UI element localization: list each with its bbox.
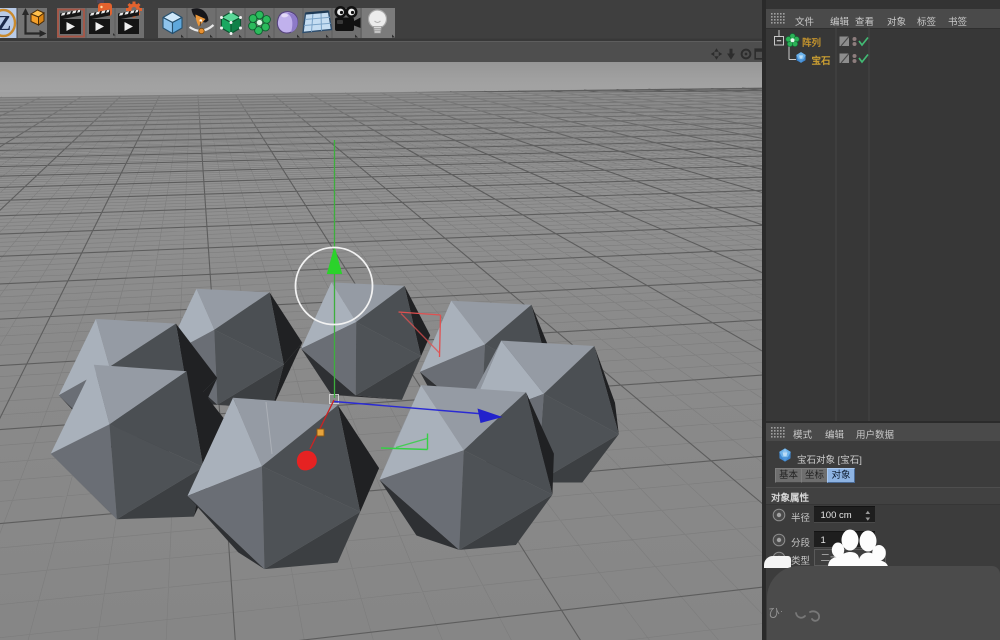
svg-text:Z: Z: [0, 11, 11, 35]
